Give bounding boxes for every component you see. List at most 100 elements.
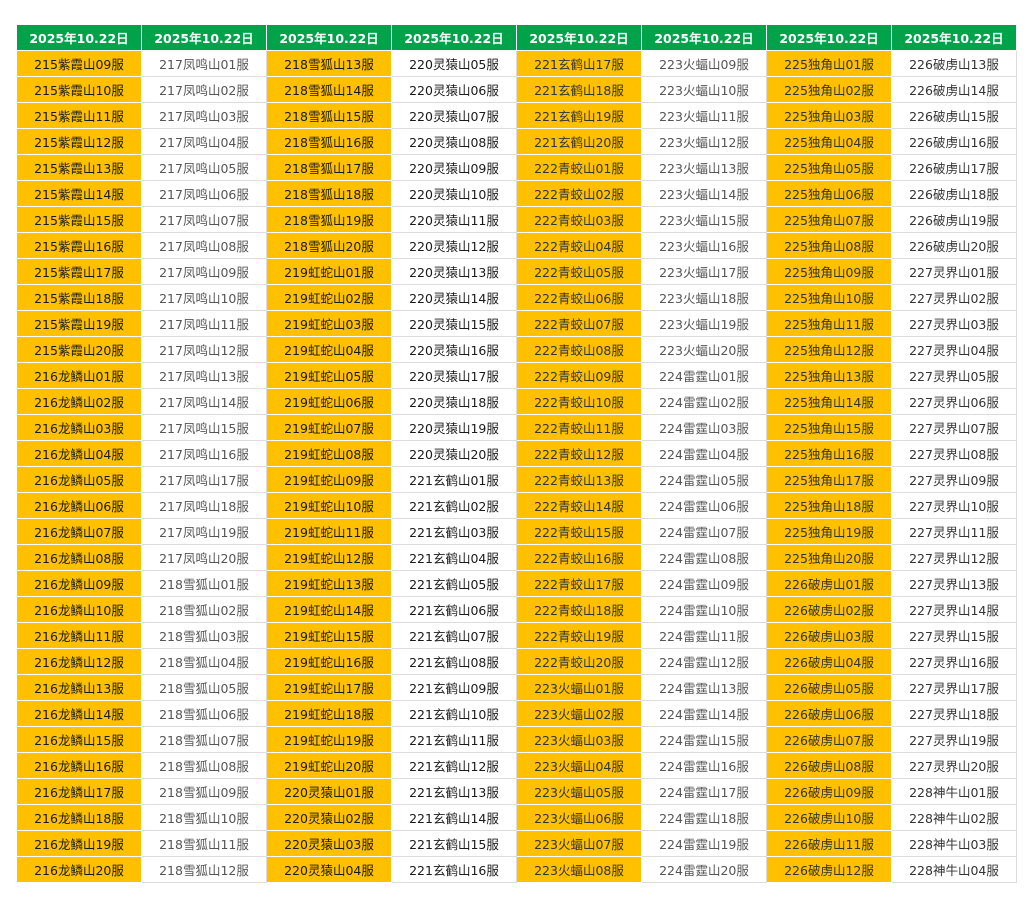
server-cell: 224雷霆山01服	[641, 362, 767, 389]
server-cell: 221玄鹤山17服	[516, 50, 642, 77]
server-cell: 225独角山16服	[766, 440, 892, 467]
server-cell: 222青蛟山10服	[516, 388, 642, 415]
server-cell: 224雷霆山12服	[641, 648, 767, 675]
server-cell: 215紫霞山12服	[16, 128, 142, 155]
server-cell: 223火蝠山09服	[641, 50, 767, 77]
server-cell: 223火蝠山16服	[641, 232, 767, 259]
server-cell: 220灵猿山09服	[391, 154, 517, 181]
server-cell: 225独角山18服	[766, 492, 892, 519]
server-cell: 225独角山17服	[766, 466, 892, 493]
server-cell: 218雪狐山01服	[141, 570, 267, 597]
server-cell: 220灵猿山05服	[391, 50, 517, 77]
server-cell: 222青蛟山15服	[516, 518, 642, 545]
server-cell: 223火蝠山01服	[516, 674, 642, 701]
server-cell: 221玄鹤山02服	[391, 492, 517, 519]
server-cell: 221玄鹤山06服	[391, 596, 517, 623]
server-cell: 220灵猿山08服	[391, 128, 517, 155]
server-cell: 223火蝠山03服	[516, 726, 642, 753]
server-cell: 224雷霆山18服	[641, 804, 767, 831]
table-row: 215紫霞山10服 217凤鸣山02服 218雪狐山14服 220灵猿山06服 221玄…	[16, 76, 1017, 103]
server-cell: 217凤鸣山13服	[141, 362, 267, 389]
server-cell: 220灵猿山13服	[391, 258, 517, 285]
server-cell: 223火蝠山02服	[516, 700, 642, 727]
server-cell: 222青蛟山16服	[516, 544, 642, 571]
server-cell: 219虹蛇山14服	[266, 596, 392, 623]
server-cell: 218雪狐山13服	[266, 50, 392, 77]
server-cell: 227灵界山10服	[891, 492, 1017, 519]
server-cell: 222青蛟山19服	[516, 622, 642, 649]
server-cell: 227灵界山13服	[891, 570, 1017, 597]
server-cell: 217凤鸣山11服	[141, 310, 267, 337]
server-cell: 217凤鸣山12服	[141, 336, 267, 363]
server-cell: 226破虏山13服	[891, 50, 1017, 77]
server-cell: 222青蛟山11服	[516, 414, 642, 441]
server-cell: 219虹蛇山06服	[266, 388, 392, 415]
table-row: 215紫霞山15服 217凤鸣山07服 218雪狐山19服 220灵猿山11服 222青…	[16, 206, 1017, 233]
server-cell: 221玄鹤山07服	[391, 622, 517, 649]
server-cell: 220灵猿山07服	[391, 102, 517, 129]
server-cell: 222青蛟山12服	[516, 440, 642, 467]
server-cell: 222青蛟山08服	[516, 336, 642, 363]
server-cell: 226破虏山19服	[891, 206, 1017, 233]
server-cell: 224雷霆山08服	[641, 544, 767, 571]
server-cell: 228神牛山02服	[891, 804, 1017, 831]
server-cell: 218雪狐山19服	[266, 206, 392, 233]
server-cell: 221玄鹤山01服	[391, 466, 517, 493]
server-cell: 223火蝠山07服	[516, 830, 642, 857]
server-cell: 218雪狐山08服	[141, 752, 267, 779]
table-row: 216龙鳞山08服 217凤鸣山20服 219虹蛇山12服 221玄鹤山04服 222青…	[16, 544, 1017, 571]
server-cell: 219虹蛇山12服	[266, 544, 392, 571]
server-cell: 227灵界山05服	[891, 362, 1017, 389]
server-cell: 225独角山03服	[766, 102, 892, 129]
server-cell: 221玄鹤山04服	[391, 544, 517, 571]
server-cell: 217凤鸣山14服	[141, 388, 267, 415]
server-cell: 224雷霆山13服	[641, 674, 767, 701]
server-cell: 224雷霆山15服	[641, 726, 767, 753]
server-cell: 216龙鳞山11服	[16, 622, 142, 649]
table-row: 216龙鳞山18服 218雪狐山10服 220灵猿山02服 221玄鹤山14服 223火…	[16, 804, 1017, 831]
server-cell: 216龙鳞山18服	[16, 804, 142, 831]
table-row: 215紫霞山09服 217凤鸣山01服 218雪狐山13服 220灵猿山05服 221玄…	[16, 50, 1017, 77]
server-cell: 216龙鳞山07服	[16, 518, 142, 545]
server-cell: 225独角山05服	[766, 154, 892, 181]
server-cell: 227灵界山11服	[891, 518, 1017, 545]
server-cell: 221玄鹤山14服	[391, 804, 517, 831]
server-cell: 218雪狐山06服	[141, 700, 267, 727]
table-row: 216龙鳞山05服 217凤鸣山17服 219虹蛇山09服 221玄鹤山01服 222青…	[16, 466, 1017, 493]
server-cell: 217凤鸣山07服	[141, 206, 267, 233]
server-cell: 223火蝠山19服	[641, 310, 767, 337]
server-cell: 222青蛟山04服	[516, 232, 642, 259]
server-cell: 223火蝠山17服	[641, 258, 767, 285]
table-row: 216龙鳞山01服 217凤鸣山13服 219虹蛇山05服 220灵猿山17服 222青…	[16, 362, 1017, 389]
server-cell: 216龙鳞山17服	[16, 778, 142, 805]
server-cell: 225独角山12服	[766, 336, 892, 363]
server-cell: 217凤鸣山19服	[141, 518, 267, 545]
column-header: 2025年10.22日	[141, 24, 267, 51]
server-cell: 227灵界山16服	[891, 648, 1017, 675]
server-cell: 218雪狐山07服	[141, 726, 267, 753]
server-cell: 226破虏山09服	[766, 778, 892, 805]
server-cell: 219虹蛇山03服	[266, 310, 392, 337]
server-cell: 222青蛟山07服	[516, 310, 642, 337]
server-cell: 221玄鹤山16服	[391, 856, 517, 883]
server-cell: 217凤鸣山03服	[141, 102, 267, 129]
server-cell: 222青蛟山06服	[516, 284, 642, 311]
table-row: 216龙鳞山20服 218雪狐山12服 220灵猿山04服 221玄鹤山16服 223火…	[16, 856, 1017, 883]
column-header: 2025年10.22日	[891, 24, 1017, 51]
server-cell: 218雪狐山10服	[141, 804, 267, 831]
server-cell: 222青蛟山01服	[516, 154, 642, 181]
server-cell: 217凤鸣山06服	[141, 180, 267, 207]
server-cell: 218雪狐山16服	[266, 128, 392, 155]
server-cell: 219虹蛇山19服	[266, 726, 392, 753]
server-cell: 221玄鹤山15服	[391, 830, 517, 857]
server-cell: 215紫霞山19服	[16, 310, 142, 337]
server-cell: 225独角山04服	[766, 128, 892, 155]
server-cell: 219虹蛇山04服	[266, 336, 392, 363]
server-cell: 223火蝠山05服	[516, 778, 642, 805]
column-header: 2025年10.22日	[16, 24, 142, 51]
server-cell: 224雷霆山02服	[641, 388, 767, 415]
server-cell: 216龙鳞山19服	[16, 830, 142, 857]
server-schedule-table: 2025年10.22日 2025年10.22日 2025年10.22日 2025年10…	[16, 24, 1017, 883]
column-header: 2025年10.22日	[766, 24, 892, 51]
server-cell: 220灵猿山10服	[391, 180, 517, 207]
